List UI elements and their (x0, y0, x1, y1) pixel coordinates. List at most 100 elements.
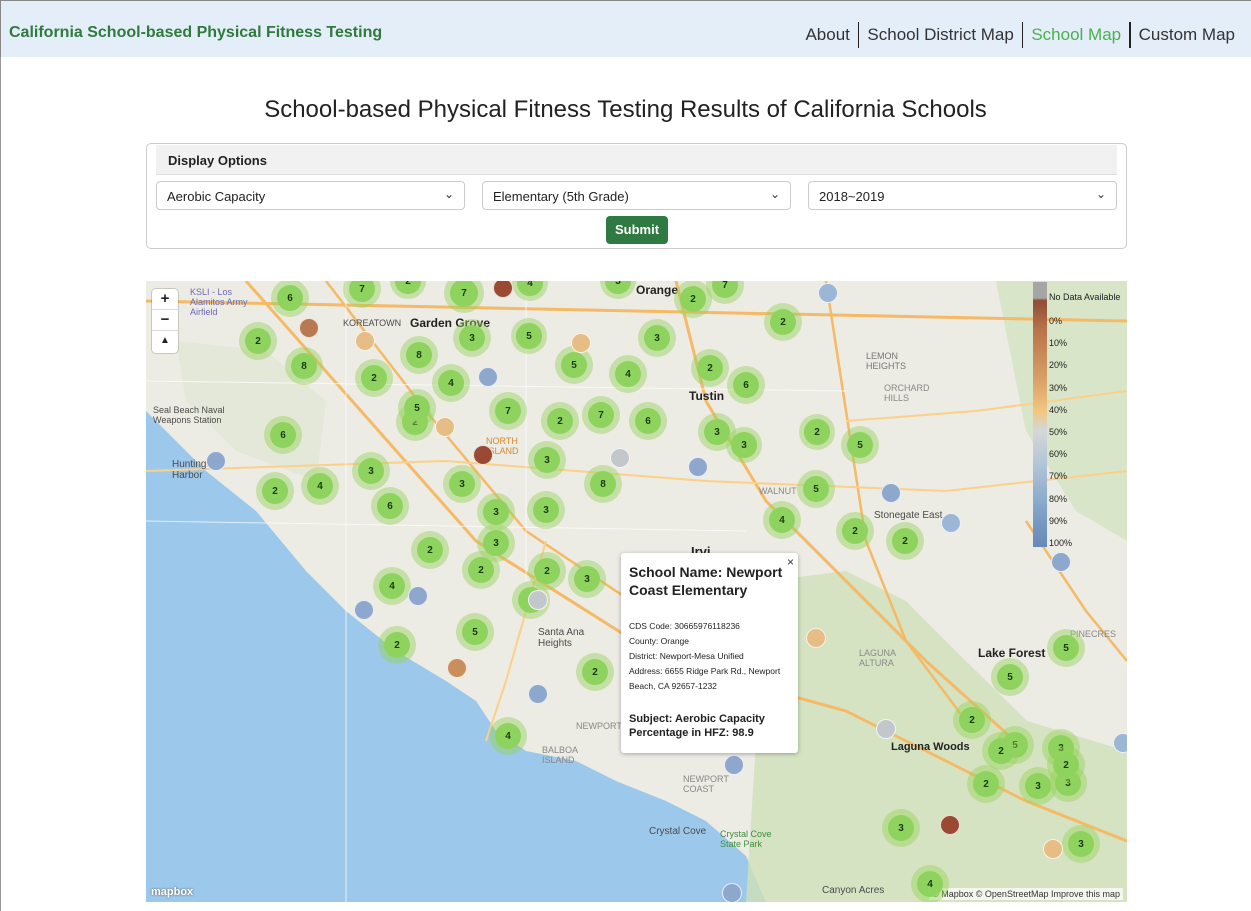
school-cluster-marker[interactable]: 3 (726, 427, 762, 463)
school-cluster-marker[interactable]: 2 (982, 732, 1020, 770)
school-marker[interactable] (435, 417, 455, 437)
school-cluster-marker[interactable]: 2 (355, 359, 393, 397)
cluster-count: 2 (533, 557, 561, 585)
school-cluster-marker[interactable]: 5 (1047, 629, 1085, 667)
map-label-santa-ana-heights: Santa Ana Heights (538, 627, 585, 649)
school-marker[interactable] (299, 318, 319, 338)
school-cluster-marker[interactable]: 2 (967, 765, 1005, 803)
school-cluster-marker[interactable]: 2 (764, 303, 802, 341)
school-cluster-marker[interactable]: 3 (443, 465, 481, 503)
school-marker[interactable] (447, 658, 467, 678)
school-cluster-marker[interactable]: 7 (582, 396, 620, 434)
school-cluster-marker[interactable]: 2 (411, 531, 449, 569)
school-cluster-marker[interactable]: 3 (638, 319, 676, 357)
nav-about[interactable]: About (797, 24, 857, 46)
test-select[interactable]: Aerobic Capacity ⌄ (156, 181, 465, 210)
school-cluster-marker[interactable]: 4 (609, 355, 647, 393)
compass-button[interactable]: ▲ (152, 331, 178, 352)
cluster-count: 3 (458, 324, 486, 352)
school-cluster-marker[interactable]: 3 (568, 560, 606, 598)
submit-button[interactable]: Submit (606, 216, 668, 244)
school-cluster-marker[interactable]: 5 (511, 318, 547, 354)
close-icon[interactable]: × (787, 555, 794, 569)
school-cluster-marker[interactable]: 4 (489, 717, 527, 755)
grade-select[interactable]: Elementary (5th Grade) ⌄ (482, 181, 791, 210)
cluster-count: 4 (916, 870, 944, 898)
school-cluster-marker[interactable]: 8 (584, 465, 622, 503)
school-cluster-marker[interactable]: 5 (555, 346, 593, 384)
school-cluster-marker[interactable]: 4 (432, 364, 470, 402)
zoom-in-button[interactable]: + (152, 289, 178, 310)
zoom-out-button[interactable]: − (152, 310, 178, 331)
map-attribution[interactable]: © Mapbox © OpenStreetMap Improve this ma… (929, 888, 1123, 900)
school-marker[interactable] (206, 451, 226, 471)
brand-title[interactable]: California School-based Physical Fitness… (9, 24, 382, 42)
school-cluster-marker[interactable]: 7 (489, 392, 527, 430)
school-cluster-marker[interactable]: 2 (953, 701, 991, 739)
school-cluster-marker[interactable]: 2 (541, 402, 579, 440)
school-marker[interactable] (724, 755, 744, 775)
school-marker[interactable] (1043, 839, 1063, 859)
school-marker[interactable] (818, 283, 838, 303)
school-cluster-marker[interactable]: 6 (264, 416, 302, 454)
school-cluster-marker[interactable]: 5 (398, 389, 436, 427)
school-cluster-marker[interactable]: 3 (528, 441, 566, 479)
school-marker[interactable] (940, 815, 960, 835)
school-cluster-marker[interactable]: 2 (836, 512, 874, 550)
school-cluster-marker[interactable]: 3 (1019, 767, 1057, 805)
school-cluster-marker[interactable]: 5 (456, 613, 494, 651)
school-marker[interactable] (478, 367, 498, 387)
school-cluster-marker[interactable]: 4 (911, 865, 949, 902)
year-select[interactable]: 2018~2019 ⌄ (808, 181, 1117, 210)
school-cluster-marker[interactable]: 6 (629, 402, 667, 440)
school-cluster-marker[interactable]: 3 (1062, 825, 1100, 863)
mapbox-logo: mapbox (151, 886, 194, 898)
school-marker[interactable] (408, 586, 428, 606)
school-cluster-marker[interactable]: 4 (763, 501, 801, 539)
school-marker[interactable] (806, 628, 826, 648)
school-marker[interactable] (1113, 733, 1127, 753)
nav-school-district-map[interactable]: School District Map (859, 24, 1021, 46)
school-cluster-marker[interactable]: 8 (400, 336, 438, 374)
school-cluster-marker[interactable]: 5 (797, 470, 835, 508)
school-cluster-marker[interactable]: 2 (239, 322, 277, 360)
school-cluster-marker[interactable]: 2 (576, 653, 614, 691)
school-marker[interactable] (355, 331, 375, 351)
school-cluster-marker[interactable]: 6 (371, 487, 409, 525)
school-cluster-marker[interactable]: 6 (727, 366, 765, 404)
nav-custom-map[interactable]: Custom Map (1131, 24, 1243, 46)
school-cluster-marker[interactable]: 2 (886, 522, 924, 560)
school-cluster-marker[interactable]: 2 (691, 349, 729, 387)
cluster-count: 7 (348, 281, 376, 303)
school-cluster-marker[interactable]: 2 (256, 472, 294, 510)
cluster-count: 5 (560, 351, 588, 379)
school-marker[interactable] (473, 445, 493, 465)
school-cluster-marker[interactable]: 4 (373, 567, 411, 605)
school-cluster-marker[interactable]: 2 (462, 551, 500, 589)
school-cluster-marker[interactable]: 2 (799, 414, 835, 450)
school-marker[interactable] (876, 719, 896, 739)
school-popup: × School Name: Newport Coast Elementary … (621, 553, 798, 753)
school-marker[interactable] (528, 684, 548, 704)
school-cluster-marker[interactable]: 3 (882, 809, 920, 847)
school-marker[interactable] (941, 513, 961, 533)
school-marker[interactable] (688, 457, 708, 477)
cluster-count: 2 (841, 517, 869, 545)
school-cluster-marker[interactable]: 3 (453, 319, 491, 357)
school-marker[interactable] (1051, 552, 1071, 572)
cluster-count: 3 (532, 496, 560, 524)
school-marker[interactable] (610, 448, 630, 468)
school-marker[interactable] (354, 600, 374, 620)
school-cluster-marker[interactable]: 5 (841, 426, 879, 464)
nav-school-map[interactable]: School Map (1023, 24, 1129, 46)
school-cluster-marker[interactable]: 3 (527, 491, 565, 529)
school-marker[interactable] (571, 333, 591, 353)
school-marker[interactable] (722, 883, 742, 902)
school-marker[interactable] (528, 590, 548, 610)
school-cluster-marker[interactable]: 4 (301, 467, 339, 505)
school-marker[interactable] (881, 483, 901, 503)
school-cluster-marker[interactable]: 8 (285, 347, 323, 385)
school-cluster-marker[interactable]: 3 (352, 452, 390, 490)
school-cluster-marker[interactable]: 5 (991, 658, 1029, 696)
school-cluster-marker[interactable]: 2 (378, 626, 416, 664)
